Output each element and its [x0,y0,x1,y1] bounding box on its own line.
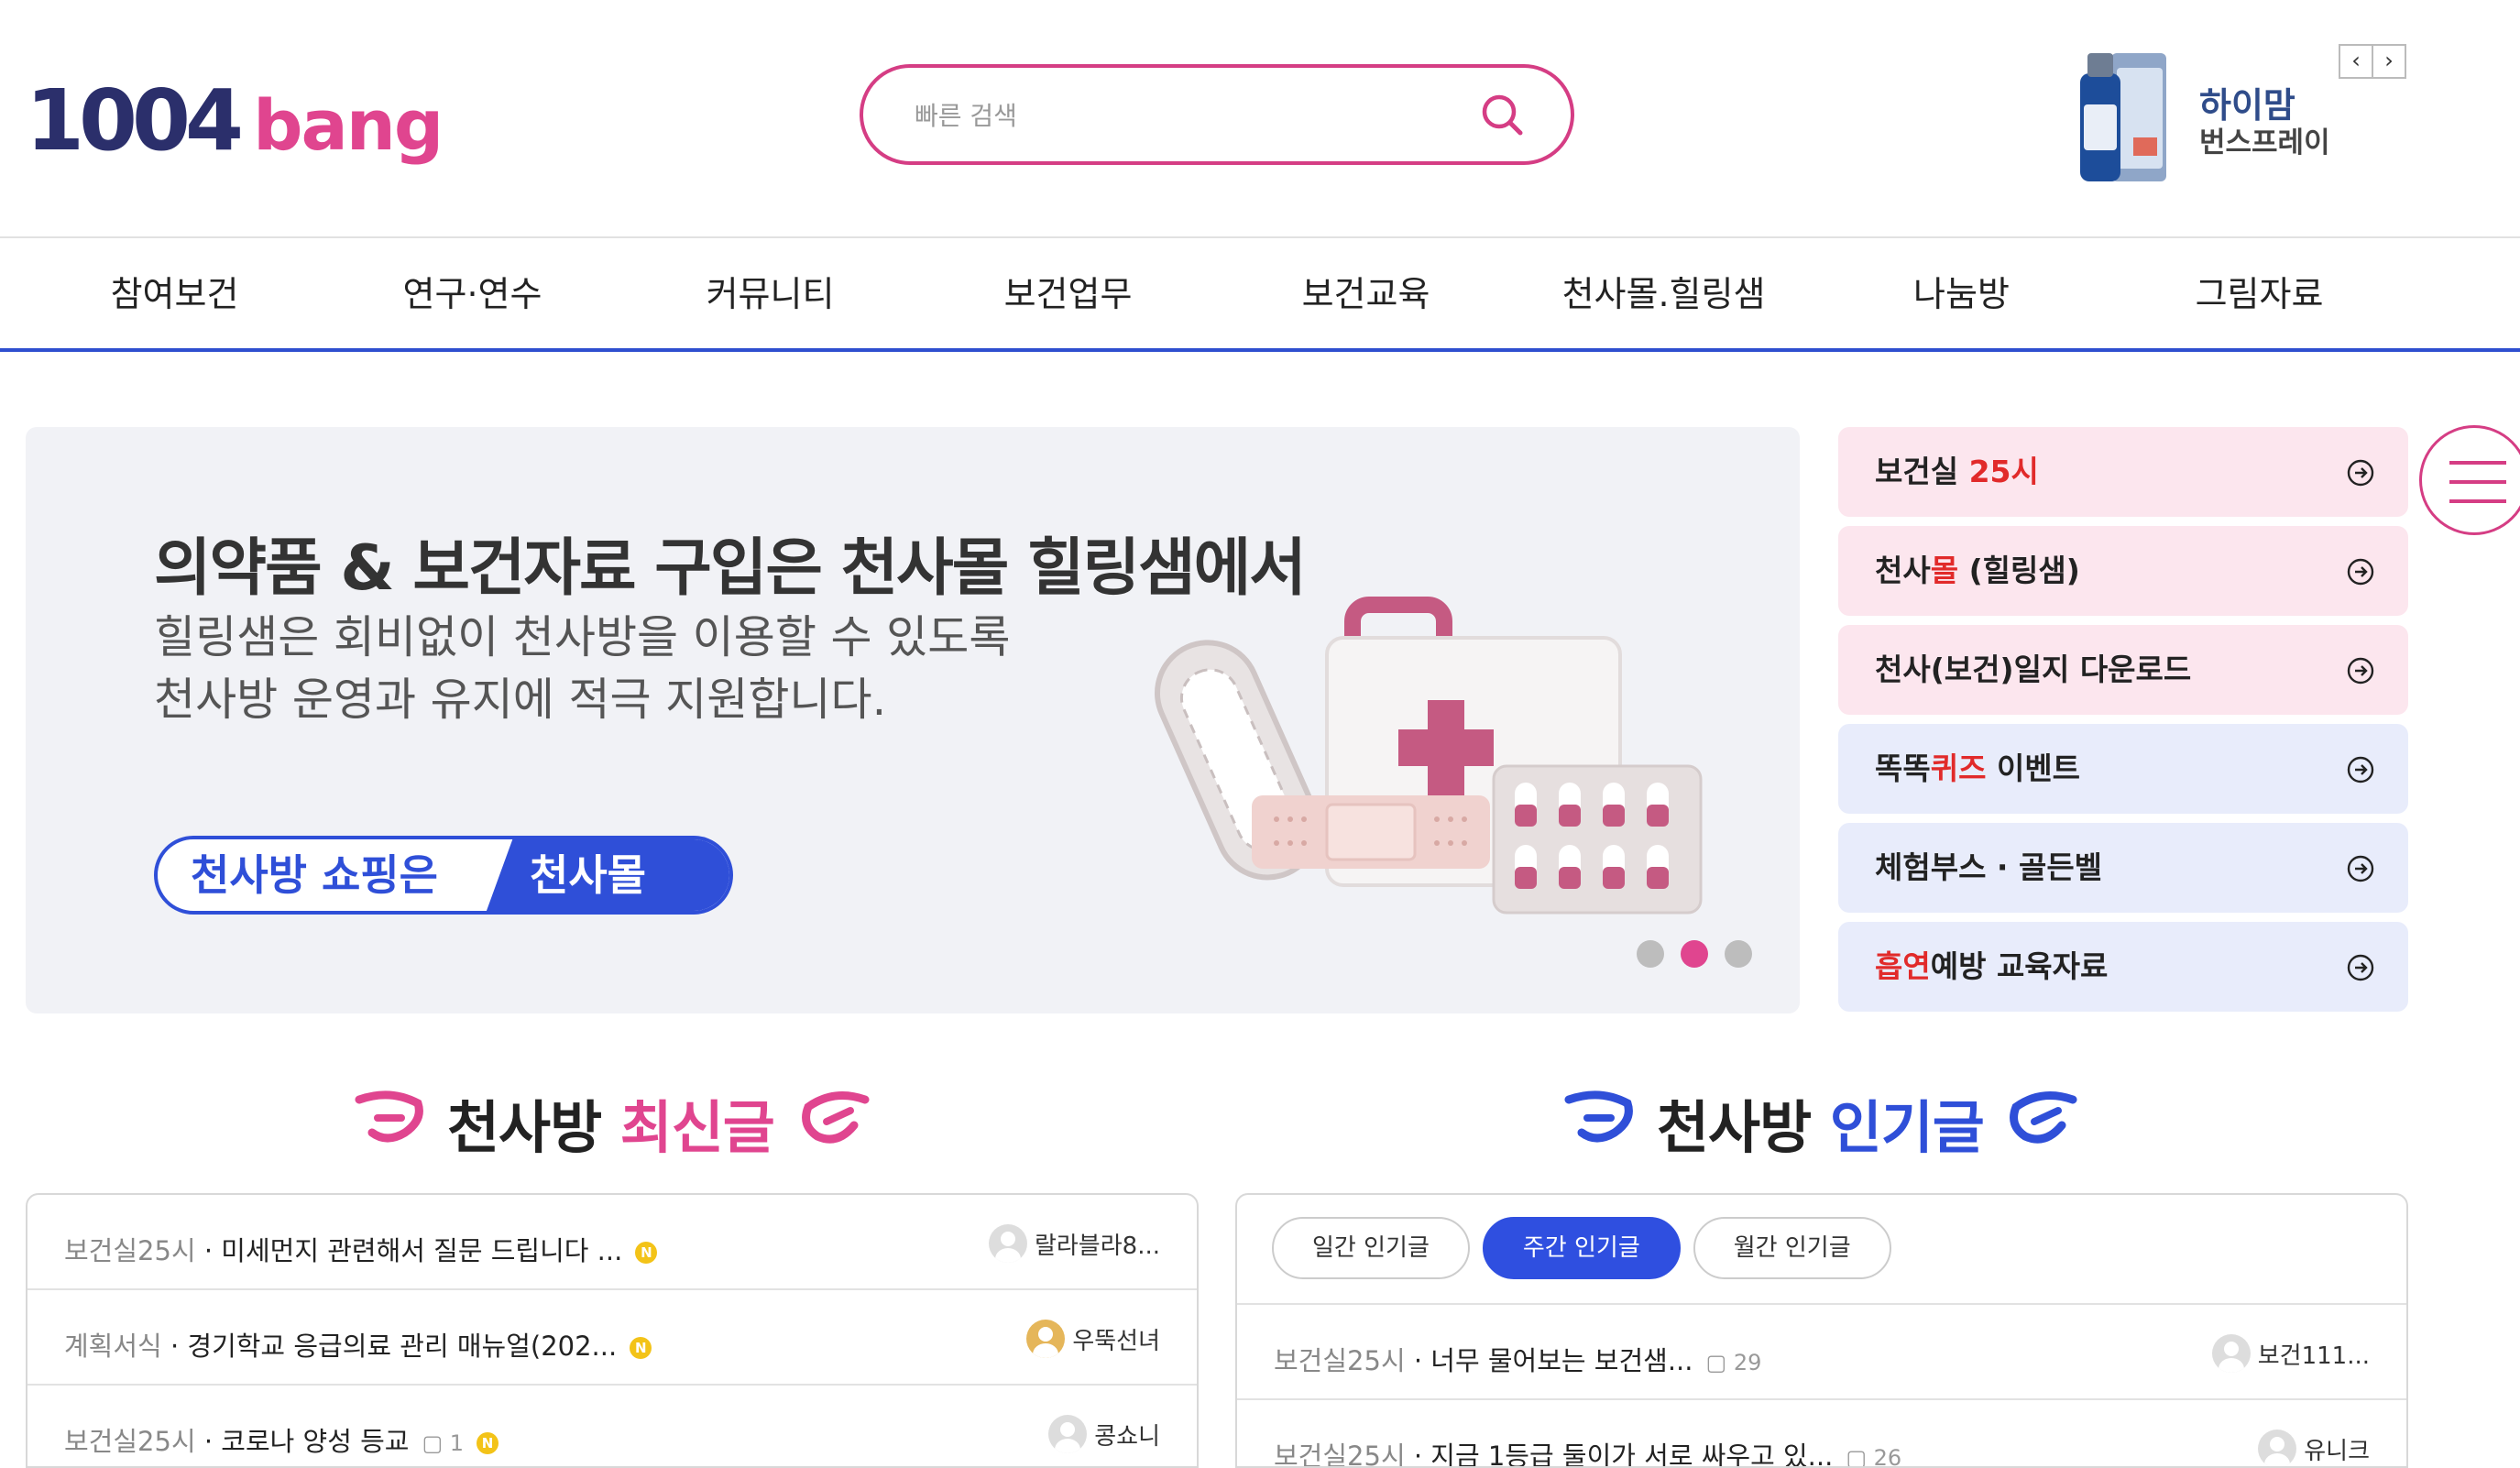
arrow-circle-icon [2347,954,2374,981]
nav-item-participation[interactable]: 참여보건 [26,240,323,348]
post-row[interactable]: 보건실25시 · 미세먼지 관련해서 질문 드립니다 ... N 랄라블라8... [27,1195,1197,1290]
arrow-circle-icon [2347,459,2374,487]
popular-posts-panel: 일간 인기글 주간 인기글 월간 인기글 보건실25시 · 너무 물어보는 보건… [1235,1193,2408,1468]
new-badge: N [635,1242,658,1264]
site-logo[interactable]: 1004 bang [26,71,444,172]
avatar [988,1224,1027,1263]
shop-pill-button[interactable]: 천사방 쇼핑은 천사몰 [154,836,733,915]
slide-dot[interactable] [1637,940,1664,968]
post-row[interactable]: 보건실25시 · 코로나 양성 등교 ▢ 1N 콩쇼니 [27,1386,1197,1466]
ad-next-button[interactable]: › [2372,44,2406,79]
nav-item-community[interactable]: 커뮤니티 [621,240,919,348]
right-wing-icon [802,1091,870,1144]
logo-number: 1004 [26,71,244,170]
pill-left-text: 천사방 쇼핑은 [191,850,438,900]
new-badge: N [477,1432,499,1454]
nav-item-work[interactable]: 보건업무 [919,240,1217,348]
ad-subtitle: 번스프레이 [2199,126,2330,159]
right-wing-icon [2010,1091,2077,1144]
quicklink-journal-download[interactable]: 천사(보건)일지 다운로드 [1838,625,2408,715]
banner-text-line1: 힐링샘은 회비없이 천사방을 이용할 수 있도록 [154,611,1011,663]
arrow-circle-icon [2347,558,2374,586]
post-row[interactable]: 보건실25시 · 지금 1등급 둘이가 서로 싸우고 있... ▢ 26 유니크 [1237,1400,2406,1466]
arrow-circle-icon [2347,756,2374,783]
post-row[interactable]: 보건실25시 · 너무 물어보는 보건샘... ▢ 29 보건111... [1237,1305,2406,1400]
comment-count: ▢ 29 [1705,1350,1762,1375]
avatar [2258,1430,2297,1466]
ad-prev-button[interactable]: ‹ [2339,44,2373,79]
ad-pager: ‹ › [2339,44,2406,79]
menu-toggle-button[interactable] [2419,425,2520,535]
slide-dot-active[interactable] [1681,940,1708,968]
latest-posts-panel: 보건실25시 · 미세먼지 관련해서 질문 드립니다 ... N 랄라블라8...… [26,1193,1199,1468]
quicklink-health-room[interactable]: 보건실 25시 [1838,427,2408,517]
pill-right-text: 천사몰 [530,850,646,900]
quick-links: 보건실 25시 천사몰 (힐링샘) 천사(보건)일지 다운로드 똑똑퀴즈 이벤트… [1838,427,2408,1021]
slide-dot[interactable] [1725,940,1752,968]
left-wing-icon [1564,1090,1633,1143]
quicklink-smoking-prevention[interactable]: 흡연예방 교육자료 [1838,922,2408,1012]
avatar [1026,1320,1066,1358]
post-row[interactable]: 계획서식 · 경기학교 응급의료 관리 매뉴얼(202... N 우뚝선녀 [27,1290,1197,1386]
latest-section-title: 천사방 최신글 [447,1094,775,1161]
slide-indicator [1637,940,1769,968]
quicklink-quiz-event[interactable]: 똑똑퀴즈 이벤트 [1838,724,2408,814]
arrow-circle-icon [2347,855,2374,882]
medical-kit-illustration [1154,597,1703,915]
popular-section-title: 천사방 인기글 [1657,1094,1985,1161]
comment-count: ▢ 1 [422,1430,465,1456]
search-input[interactable] [915,95,1428,136]
spray-product-image [2080,53,2166,181]
promo-banner[interactable]: 의약품 & 보건자료 구입은 천사몰 힐링샘에서 힐링샘은 회비없이 천사방을 … [26,427,1800,1013]
new-badge: N [630,1337,652,1359]
search-box [860,64,1574,165]
arrow-circle-icon [2347,657,2374,685]
quicklink-experience-booth[interactable]: 체험부스 · 골든벨 [1838,823,2408,913]
nav-item-images[interactable]: 그림자료 [2110,240,2408,348]
quicklink-angel-mall[interactable]: 천사몰 (힐링샘) [1838,526,2408,616]
avatar [1048,1415,1088,1453]
banner-title: 의약품 & 보건자료 구입은 천사몰 힐링샘에서 [154,532,1307,605]
search-icon[interactable] [1477,90,1528,141]
site-header: 1004 bang 하이맘 번스프레이 ‹ › [0,0,2520,238]
left-wing-icon [355,1090,423,1143]
banner-text-line2: 천사방 운영과 유지에 적극 지원합니다. [154,674,887,726]
nav-item-research[interactable]: 연구·연수 [323,240,621,348]
main-nav: 참여보건 연구·연수 커뮤니티 보건업무 보건교육 천사몰.힐링샘 나눔방 그림… [0,240,2520,352]
hamburger-icon [2449,461,2506,465]
logo-word: bang [253,84,444,166]
nav-item-education[interactable]: 보건교육 [1217,240,1515,348]
nav-item-mall[interactable]: 천사몰.힐링샘 [1515,240,1813,348]
header-ad-banner[interactable]: 하이맘 번스프레이 [2076,40,2351,196]
avatar [2211,1334,2251,1373]
nav-item-sharing[interactable]: 나눔방 [1813,240,2110,348]
